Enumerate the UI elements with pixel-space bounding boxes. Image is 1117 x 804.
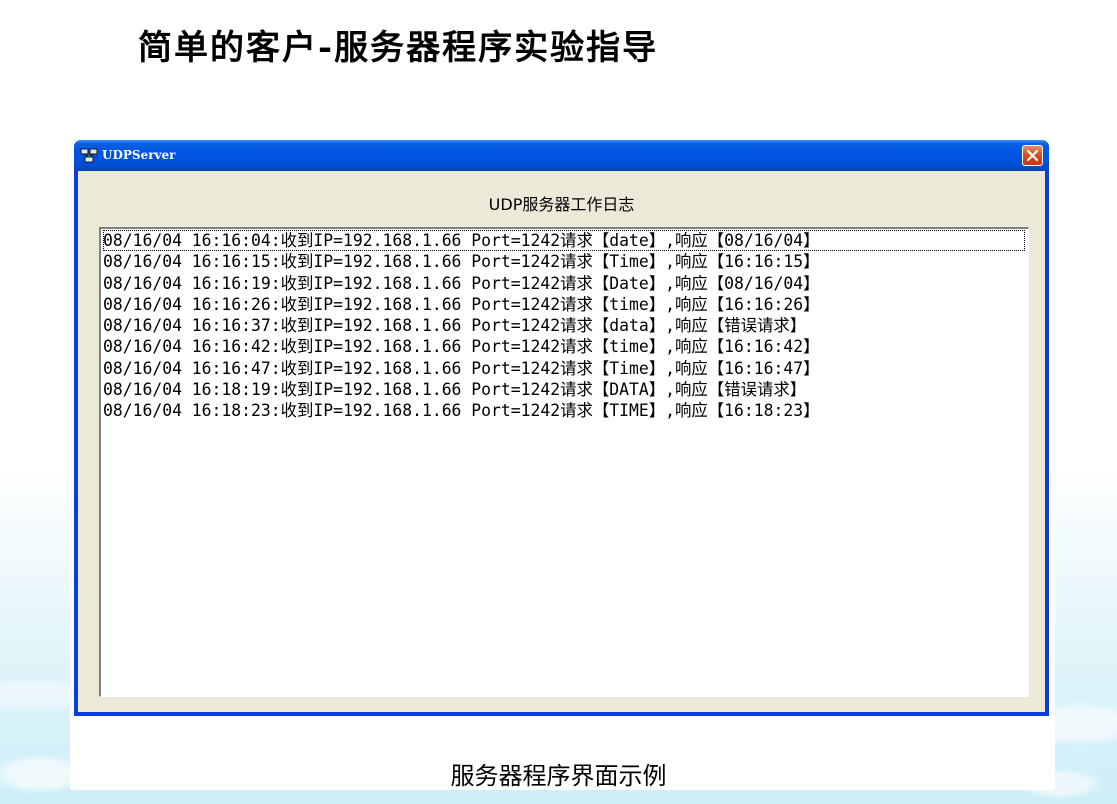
log-list: 08/16/04 16:16:04:收到IP=192.168.1.66 Port… bbox=[103, 230, 1025, 422]
log-heading: UDP服务器工作日志 bbox=[488, 195, 635, 214]
close-icon bbox=[1026, 149, 1039, 162]
log-entry[interactable]: 08/16/04 16:16:47:收到IP=192.168.1.66 Port… bbox=[103, 358, 1025, 379]
log-entry[interactable]: 08/16/04 16:18:23:收到IP=192.168.1.66 Port… bbox=[103, 400, 1025, 421]
network-computers-icon bbox=[80, 148, 98, 163]
slide-title: 简单的客户-服务器程序实验指导 bbox=[138, 28, 659, 68]
log-entry[interactable]: 08/16/04 16:16:19:收到IP=192.168.1.66 Port… bbox=[103, 273, 1025, 294]
figure-caption: 服务器程序界面示例 bbox=[450, 762, 667, 790]
log-entry[interactable]: 08/16/04 16:16:26:收到IP=192.168.1.66 Port… bbox=[103, 294, 1025, 315]
log-listbox[interactable]: 08/16/04 16:16:04:收到IP=192.168.1.66 Port… bbox=[99, 227, 1029, 697]
window-client-area: UDP服务器工作日志 08/16/04 16:16:04:收到IP=192.16… bbox=[78, 171, 1045, 712]
udpserver-window: UDPServer UDP服务器工作日志 08/16/04 16:16:04:收… bbox=[74, 140, 1049, 716]
log-entry[interactable]: 08/16/04 16:16:15:收到IP=192.168.1.66 Port… bbox=[103, 251, 1025, 272]
window-titlebar[interactable]: UDPServer bbox=[74, 140, 1049, 171]
log-entry[interactable]: 08/16/04 16:18:19:收到IP=192.168.1.66 Port… bbox=[103, 379, 1025, 400]
log-entry[interactable]: 08/16/04 16:16:42:收到IP=192.168.1.66 Port… bbox=[103, 336, 1025, 357]
window-title: UDPServer bbox=[102, 148, 176, 162]
close-button[interactable] bbox=[1022, 145, 1043, 166]
log-entry[interactable]: 08/16/04 16:16:37:收到IP=192.168.1.66 Port… bbox=[103, 315, 1025, 336]
log-entry[interactable]: 08/16/04 16:16:04:收到IP=192.168.1.66 Port… bbox=[103, 230, 1025, 252]
